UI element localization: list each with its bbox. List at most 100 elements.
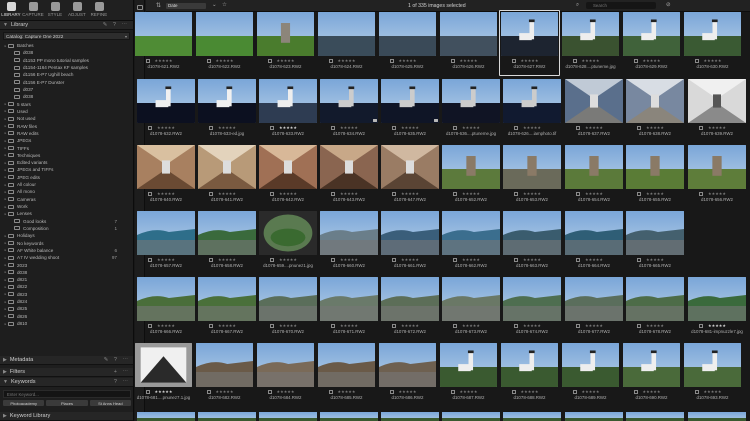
rating-bar[interactable]: ★★★★★	[135, 58, 192, 63]
star-rating[interactable]: ★★★★★	[337, 389, 355, 394]
thumbnail[interactable]: ★★★★★ d1078-633.RW2	[259, 79, 317, 141]
select-checkbox[interactable]	[637, 126, 641, 130]
star-rating[interactable]: ★★★★★	[459, 58, 477, 63]
star-rating[interactable]: ★★★★★	[398, 389, 416, 394]
select-checkbox[interactable]	[146, 390, 150, 394]
library-item[interactable]: ▸ d823	[0, 291, 133, 298]
thumbnail[interactable]	[198, 410, 256, 421]
thumbnail-image[interactable]	[137, 277, 195, 321]
star-rating[interactable]: ★★★★★	[585, 191, 603, 196]
rating-bar[interactable]: ★★★★★	[320, 257, 378, 262]
thumbnail-image[interactable]	[565, 277, 623, 321]
star-rating[interactable]: ★★★★★	[340, 323, 358, 328]
keywords-section-header[interactable]: ▼ Keywords ? ⋯	[0, 378, 133, 387]
rating-bar[interactable]: ★★★★★	[503, 323, 561, 328]
library-item[interactable]: ▸ All colour	[0, 181, 133, 188]
thumbnail[interactable]: ★★★★★ d1078-629.RW2	[623, 12, 680, 74]
rating-bar[interactable]: ★★★★★	[196, 389, 253, 394]
thumbnail[interactable]: ★★★★★ d1078-655.RW2	[626, 145, 684, 207]
thumbnail-image[interactable]	[320, 211, 378, 255]
select-checkbox[interactable]	[451, 390, 455, 394]
thumbnail[interactable]: ★★★★★ d1078-624.RW2	[318, 12, 375, 74]
star-rating[interactable]: ★★★★★	[157, 257, 175, 262]
thumbnail[interactable]	[259, 410, 317, 421]
rating-bar[interactable]: ★★★★★	[565, 125, 623, 130]
thumbnail[interactable]	[320, 410, 378, 421]
select-checkbox[interactable]	[573, 59, 577, 63]
thumbnail-image[interactable]	[501, 343, 558, 387]
thumbnail-image[interactable]	[688, 79, 746, 123]
star-rating[interactable]: ★★★★★	[581, 389, 599, 394]
library-item[interactable]: d037	[0, 86, 133, 93]
star-rating[interactable]: ★★★★★	[157, 191, 175, 196]
rating-bar[interactable]: ★★★★★	[684, 58, 741, 63]
rating-bar[interactable]: ★★★★★	[684, 389, 741, 394]
thumbnail[interactable]: ★★★★★ d1078-657.RW2	[137, 211, 195, 273]
thumbnail-image[interactable]	[440, 343, 497, 387]
thumbnail-image[interactable]	[379, 12, 436, 56]
star-rating[interactable]: ★★★★★	[401, 191, 419, 196]
thumbnail-image[interactable]	[626, 211, 684, 255]
select-checkbox[interactable]	[268, 59, 272, 63]
keyword-button[interactable]: Places	[46, 400, 88, 406]
thumbnail-image[interactable]	[137, 79, 195, 123]
thumbnail-image[interactable]	[684, 343, 741, 387]
select-checkbox[interactable]	[514, 192, 518, 196]
select-checkbox[interactable]	[699, 126, 703, 130]
select-checkbox[interactable]	[329, 59, 333, 63]
star-rating[interactable]: ★★★★★	[218, 191, 236, 196]
thumbnail[interactable]	[137, 410, 195, 421]
rating-bar[interactable]: ★★★★★	[379, 389, 436, 394]
tab-style[interactable]: STYLE	[44, 0, 66, 21]
star-rating[interactable]: ★★★★★	[401, 125, 419, 130]
metadata-section-header[interactable]: ▶ Metadata ✎ ? ⋯	[0, 356, 133, 365]
select-checkbox[interactable]	[512, 59, 516, 63]
select-checkbox[interactable]	[331, 192, 335, 196]
thumbnail-image[interactable]	[198, 211, 256, 255]
thumbnail[interactable]: ★★★★★ d1078-666.RW2	[137, 277, 195, 339]
thumbnail[interactable]: ★★★★★ d1078-682.RW2	[196, 343, 253, 405]
thumbnail[interactable]: ★★★★★ d1078-633-ed.jpg	[198, 79, 256, 141]
library-item[interactable]: ▸ All mono	[0, 188, 133, 195]
rating-bar[interactable]: ★★★★★	[198, 257, 256, 262]
filters-section-header[interactable]: ▶ Filters + ⋯	[0, 368, 133, 377]
star-rating[interactable]: ★★★★★	[401, 323, 419, 328]
thumbnail[interactable]: ★★★★★ d1078-654.RW2	[565, 145, 623, 207]
library-item[interactable]: ▸ Cameras	[0, 196, 133, 203]
rating-bar[interactable]: ★★★★★	[135, 389, 192, 394]
thumbnail[interactable]: ★★★★★ d1078-653.RW2	[503, 145, 561, 207]
star-rating[interactable]: ★★★★★	[523, 323, 541, 328]
select-checkbox[interactable]	[451, 59, 455, 63]
library-item[interactable]: d1154-1164 Pentax KF samples	[0, 64, 133, 71]
thumbnail-image[interactable]	[381, 211, 439, 255]
rating-bar[interactable]: ★★★★★	[379, 58, 436, 63]
star-rating[interactable]: ★★★★★	[646, 257, 664, 262]
thumbnail-image[interactable]	[259, 211, 317, 255]
library-item[interactable]: ▸ 2023	[0, 261, 133, 268]
library-item[interactable]: ▸ d822	[0, 283, 133, 290]
thumbnail-image[interactable]	[196, 343, 253, 387]
star-rating[interactable]: ★★★★★	[585, 323, 603, 328]
library-item[interactable]: ▸ d825	[0, 305, 133, 312]
library-item[interactable]: ▸ JPEG edits	[0, 174, 133, 181]
select-checkbox[interactable]	[514, 258, 518, 262]
section-tools-icon[interactable]: ✎ ? ⋯	[104, 357, 130, 363]
star-rating[interactable]: ★★★★★	[276, 58, 294, 63]
keyword-button[interactable]: Photoacademy	[3, 400, 45, 406]
thumbnail-image[interactable]	[320, 145, 378, 189]
thumbnail-image[interactable]	[440, 12, 497, 56]
select-checkbox[interactable]	[148, 192, 152, 196]
thumbnail[interactable]: ★★★★★ d1078-628....ptuneme.jpg	[562, 12, 619, 74]
thumbnail-image[interactable]	[135, 12, 192, 56]
thumbnail[interactable]: ★★★★★ d1078-639.RW2	[688, 79, 746, 141]
select-checkbox[interactable]	[576, 126, 580, 130]
rating-bar[interactable]: ★★★★★	[503, 191, 561, 196]
tab-adjust[interactable]: ADJUST	[66, 0, 88, 21]
rating-bar[interactable]: ★★★★★	[259, 257, 317, 262]
select-checkbox[interactable]	[270, 192, 274, 196]
star-rating[interactable]: ★★★★★	[218, 125, 236, 130]
rating-bar[interactable]: ★★★★★	[442, 257, 500, 262]
rating-bar[interactable]: ★★★★★	[318, 58, 375, 63]
star-rating[interactable]: ★★★★★	[708, 191, 726, 196]
rating-bar[interactable]: ★★★★★	[198, 323, 256, 328]
